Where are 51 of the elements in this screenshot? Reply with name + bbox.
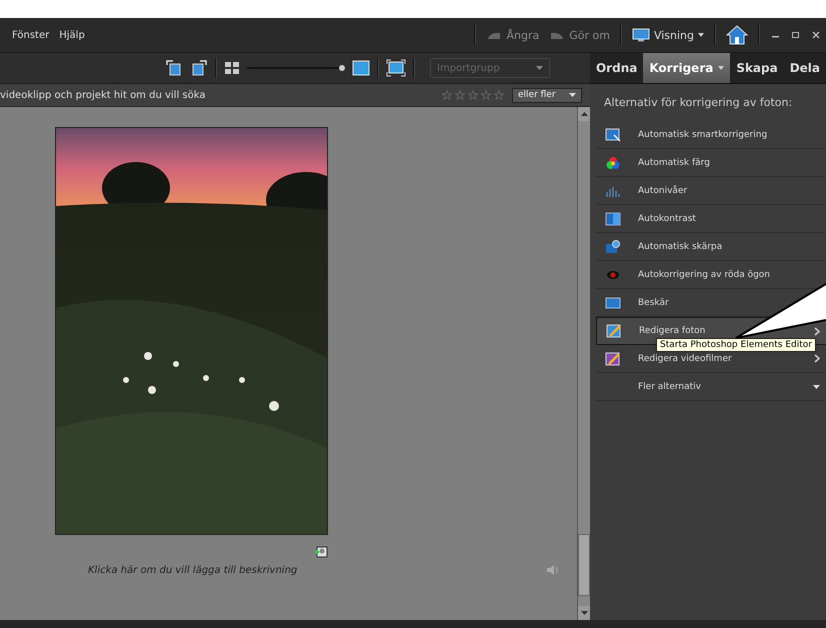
option-row[interactable]: Automatisk smartkorrigering (596, 121, 826, 149)
rotate-left-icon[interactable] (165, 59, 183, 77)
menu-item[interactable]: Hjälp (59, 30, 85, 40)
histogram-icon (605, 184, 621, 196)
caret-icon (536, 66, 543, 70)
grid-icon[interactable] (224, 61, 240, 75)
home-icon[interactable] (726, 25, 748, 45)
sharpen-image-icon (605, 240, 621, 254)
add-person-icon[interactable] (314, 544, 328, 558)
color-wheel-icon (606, 156, 620, 170)
editor-tooltip: Starta Photoshop Elements Editor (656, 338, 816, 352)
star-icon[interactable] (442, 90, 452, 100)
contrast-image-icon (605, 212, 621, 226)
panel-heading: Alternativ för korrigering av foton: (603, 95, 794, 111)
search-hint: videoklipp och projekt hit om du vill söka (0, 90, 206, 100)
image-wand-icon (605, 128, 621, 142)
scroll-up-icon[interactable] (580, 112, 588, 116)
rating-dropdown[interactable]: eller fler (512, 88, 582, 102)
tab[interactable]: Korrigera (643, 53, 730, 83)
star-icon[interactable] (468, 90, 478, 100)
maximize-icon[interactable] (792, 31, 800, 39)
monitor-icon (632, 28, 650, 42)
curved-arrow-icon (549, 30, 566, 40)
crop-icon (605, 296, 621, 308)
chevron-right-icon (814, 326, 820, 336)
option-row[interactable]: Fler alternativ (596, 373, 826, 401)
star-icon[interactable] (494, 90, 504, 100)
single-view-icon[interactable] (352, 60, 370, 76)
view-menu-button[interactable]: Visning (632, 28, 704, 42)
eye-icon (606, 270, 620, 280)
option-row[interactable]: Autonivåer (596, 177, 826, 205)
scrollbar[interactable] (577, 107, 590, 620)
rotate-right-icon[interactable] (190, 59, 208, 77)
option-row[interactable]: Automatisk färg (596, 149, 826, 177)
caption-hint[interactable]: Klicka här om du vill lägga till beskrivning (88, 564, 298, 576)
fullscreen-icon[interactable] (386, 59, 406, 77)
option-row[interactable]: Autokontrast (596, 205, 826, 233)
close-icon[interactable] (812, 31, 820, 39)
caret-icon (698, 33, 704, 37)
caret-icon (813, 384, 820, 388)
pencil-image-icon (606, 324, 622, 338)
chevron-right-icon (814, 354, 820, 363)
scroll-thumb[interactable] (578, 534, 590, 596)
star-icon[interactable] (481, 90, 491, 100)
scroll-down-icon[interactable] (580, 611, 588, 615)
pencil-film-icon (605, 352, 621, 366)
option-row[interactable]: Automatisk skärpa (596, 233, 826, 261)
curved-arrow-icon (486, 30, 502, 40)
caret-icon (569, 93, 576, 97)
star-icon[interactable] (455, 90, 465, 100)
menu-item[interactable]: Fönster (12, 30, 50, 40)
